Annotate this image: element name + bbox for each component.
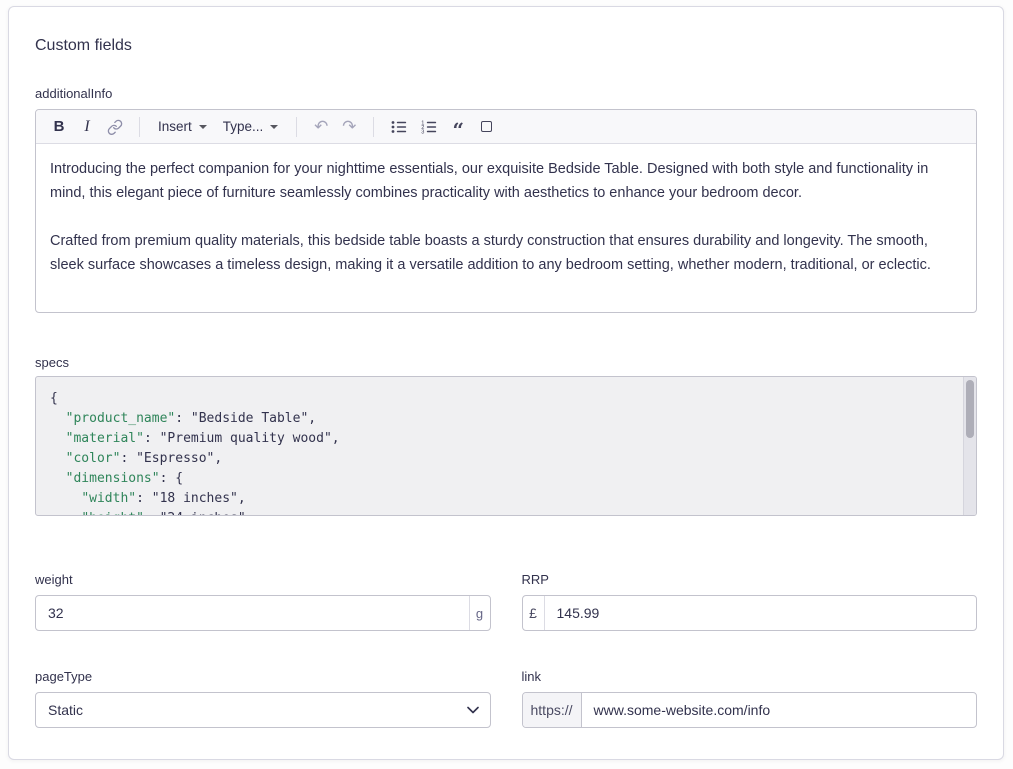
page-type-selected-value: Static: [48, 702, 83, 718]
currency-prefix: £: [523, 596, 545, 630]
type-dropdown-label: Type...: [223, 119, 264, 134]
ordered-list-icon: 1 2 3: [420, 118, 438, 136]
additional-info-field: additionalInfo B I Insert: [35, 86, 977, 313]
url-scheme-prefix: https://: [523, 693, 582, 727]
undo-button[interactable]: ↶: [308, 113, 334, 141]
specs-code-editor[interactable]: { "product_name": "Bedside Table", "mate…: [35, 376, 977, 516]
code-line: "width": "18 inches",: [50, 489, 950, 509]
panel-title: Custom fields: [35, 37, 977, 55]
link-field: link https:// www.some-website.com/info: [522, 669, 978, 728]
bold-button[interactable]: B: [46, 113, 72, 141]
italic-button[interactable]: I: [74, 113, 100, 141]
specs-label: specs: [35, 355, 977, 370]
type-dropdown[interactable]: Type...: [216, 113, 286, 141]
richtext-editor: B I Insert Type...: [35, 109, 977, 313]
bullet-list-button[interactable]: [385, 113, 413, 141]
media-button[interactable]: [473, 113, 499, 141]
link-button[interactable]: [102, 113, 128, 141]
code-line: "color": "Espresso",: [50, 449, 950, 469]
bullet-list-icon: [390, 118, 408, 136]
chevron-down-icon: [199, 125, 207, 129]
rrp-value: 145.99: [545, 596, 977, 630]
toolbar-divider: [139, 117, 140, 137]
link-label: link: [522, 669, 978, 684]
additional-info-label: additionalInfo: [35, 86, 977, 101]
specs-field: specs { "product_name": "Bedside Table",…: [35, 355, 977, 516]
link-input[interactable]: https:// www.some-website.com/info: [522, 692, 978, 728]
chevron-down-icon: [270, 125, 278, 129]
weight-field: weight 32 g: [35, 572, 491, 631]
media-frame-icon: [481, 121, 492, 132]
page-type-select[interactable]: Static: [35, 692, 491, 728]
rrp-field: RRP £ 145.99: [522, 572, 978, 631]
link-value: www.some-website.com/info: [582, 693, 976, 727]
toolbar-divider: [296, 117, 297, 137]
code-line: "dimensions": {: [50, 469, 950, 489]
richtext-content[interactable]: Introducing the perfect companion for yo…: [36, 144, 976, 312]
scrollbar-thumb[interactable]: [966, 380, 974, 438]
rrp-label: RRP: [522, 572, 978, 587]
custom-fields-panel: Custom fields additionalInfo B I In: [8, 6, 1004, 760]
weight-label: weight: [35, 572, 491, 587]
blockquote-icon: “: [453, 114, 465, 140]
page-type-field: pageType Static: [35, 669, 491, 728]
code-line: "product_name": "Bedside Table",: [50, 409, 950, 429]
fields-row-1: weight 32 g RRP £ 145.99: [35, 572, 977, 631]
weight-unit-suffix: g: [469, 596, 490, 630]
weight-value: 32: [36, 596, 469, 630]
toolbar-divider: [373, 117, 374, 137]
insert-dropdown-label: Insert: [158, 119, 192, 134]
richtext-toolbar: B I Insert Type...: [36, 110, 976, 144]
redo-button[interactable]: ↷: [336, 113, 362, 141]
weight-input[interactable]: 32 g: [35, 595, 491, 631]
link-icon: [107, 119, 123, 135]
screen: Custom fields additionalInfo B I In: [0, 0, 1013, 769]
paragraph: Crafted from premium quality materials, …: [50, 229, 962, 277]
fields-row-2: pageType Static link https:// www.some-w…: [35, 669, 977, 728]
paragraph: Introducing the perfect companion for yo…: [50, 157, 962, 205]
svg-text:3: 3: [421, 129, 424, 135]
ordered-list-button[interactable]: 1 2 3: [415, 113, 443, 141]
page-type-label: pageType: [35, 669, 491, 684]
code-line: "material": "Premium quality wood",: [50, 429, 950, 449]
blockquote-button[interactable]: “: [445, 113, 471, 141]
chevron-down-icon: [467, 706, 479, 714]
code-line: "height": "24 inches",: [50, 509, 950, 516]
rrp-input[interactable]: £ 145.99: [522, 595, 978, 631]
specs-scrollbar[interactable]: [963, 377, 976, 515]
insert-dropdown[interactable]: Insert: [151, 113, 214, 141]
specs-code: { "product_name": "Bedside Table", "mate…: [50, 389, 950, 516]
code-line: {: [50, 389, 950, 409]
